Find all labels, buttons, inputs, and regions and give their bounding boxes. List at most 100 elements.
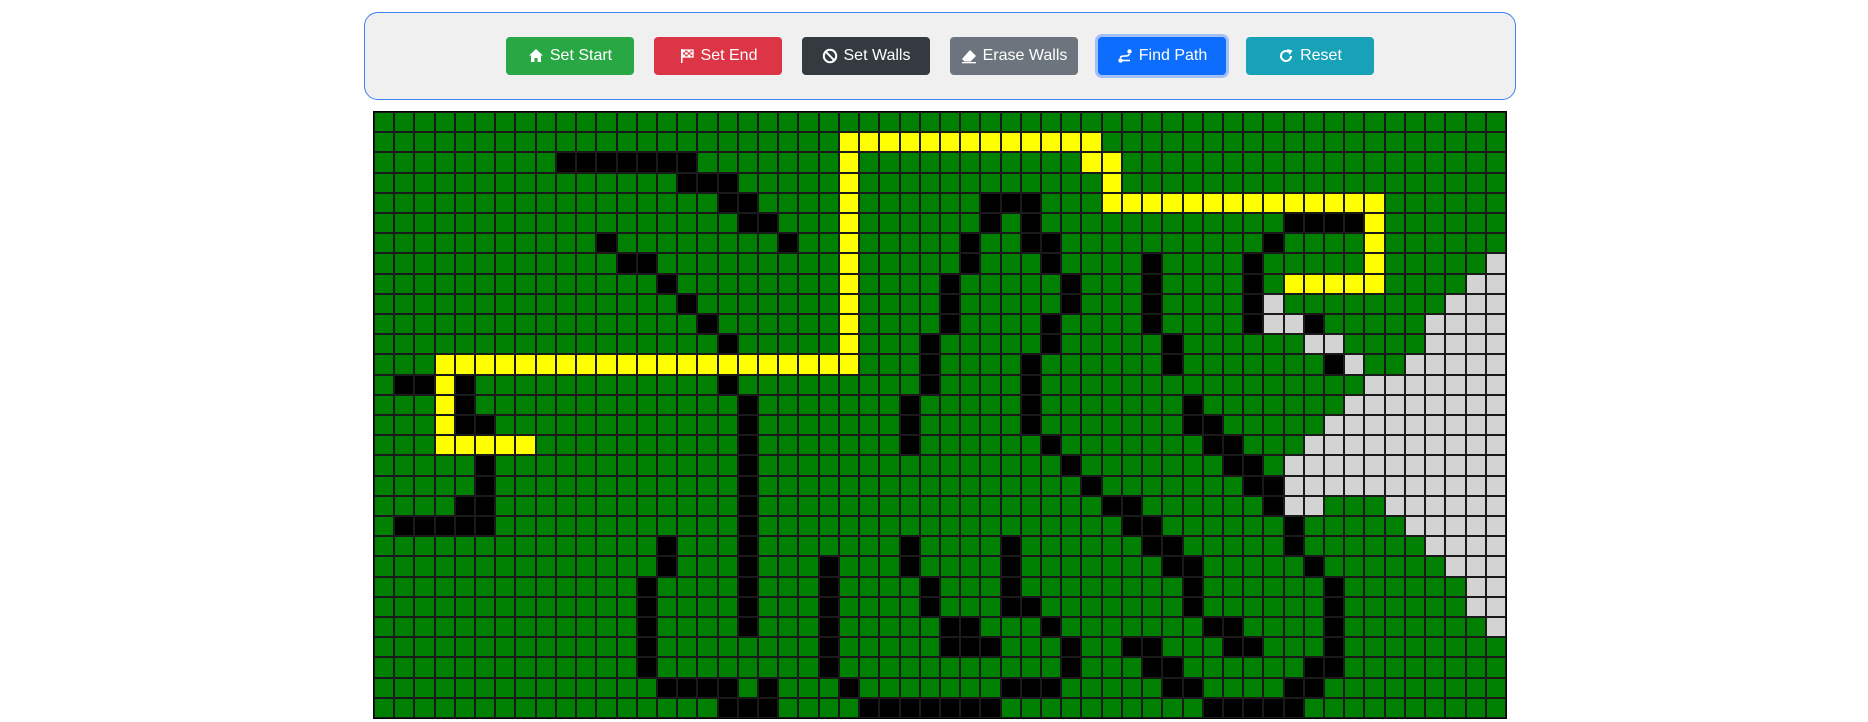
grid-cell[interactable]: [656, 415, 678, 436]
grid-cell[interactable]: [535, 334, 556, 355]
grid-cell[interactable]: [1142, 455, 1163, 476]
grid-cell[interactable]: [555, 536, 577, 557]
grid-cell[interactable]: [899, 374, 920, 395]
grid-cell[interactable]: [1121, 394, 1143, 415]
grid-cell[interactable]: [596, 415, 617, 436]
grid-cell-wall[interactable]: [899, 415, 920, 436]
grid-cell[interactable]: [616, 677, 637, 698]
grid-cell[interactable]: [576, 435, 597, 456]
grid-cell[interactable]: [798, 293, 819, 314]
grid-cell-wall[interactable]: [1182, 576, 1203, 597]
grid-cell-wall[interactable]: [1303, 314, 1325, 335]
grid-cell-wall[interactable]: [737, 556, 759, 577]
grid-cell-visited[interactable]: [1283, 475, 1304, 496]
grid-cell[interactable]: [1344, 657, 1365, 678]
grid-cell[interactable]: [1404, 596, 1426, 617]
grid-cell[interactable]: [616, 516, 637, 537]
grid-cell[interactable]: [919, 172, 940, 193]
grid-cell-wall[interactable]: [1283, 516, 1304, 537]
grid-cell[interactable]: [1202, 677, 1223, 698]
grid-cell-wall[interactable]: [737, 576, 759, 597]
grid-cell-wall[interactable]: [899, 697, 920, 718]
grid-cell[interactable]: [596, 576, 617, 597]
grid-cell[interactable]: [1384, 697, 1405, 718]
grid-cell-wall[interactable]: [1061, 637, 1082, 658]
grid-cell[interactable]: [636, 112, 657, 133]
grid-cell[interactable]: [1000, 374, 1021, 395]
grid-cell[interactable]: [1465, 112, 1486, 133]
grid-cell[interactable]: [859, 596, 880, 617]
grid-cell-wall[interactable]: [919, 374, 940, 395]
grid-cell[interactable]: [818, 697, 839, 718]
grid-cell[interactable]: [515, 132, 536, 153]
grid-cell[interactable]: [394, 334, 415, 355]
grid-cell[interactable]: [778, 556, 799, 577]
grid-cell-wall[interactable]: [838, 677, 860, 698]
grid-cell-wall[interactable]: [475, 455, 496, 476]
grid-cell[interactable]: [879, 293, 900, 314]
grid-cell[interactable]: [798, 334, 819, 355]
grid-cell[interactable]: [939, 213, 961, 234]
grid-cell[interactable]: [1202, 495, 1223, 516]
grid-cell[interactable]: [1101, 293, 1122, 314]
grid-cell-wall[interactable]: [1000, 536, 1021, 557]
grid-cell[interactable]: [596, 334, 617, 355]
grid-cell[interactable]: [1000, 455, 1021, 476]
grid-cell[interactable]: [1303, 233, 1325, 254]
grid-cell[interactable]: [798, 152, 819, 173]
grid-cell-visited[interactable]: [1465, 516, 1486, 537]
grid-cell[interactable]: [576, 273, 597, 294]
grid-cell[interactable]: [737, 293, 759, 314]
grid-cell-wall[interactable]: [1202, 415, 1223, 436]
grid-cell[interactable]: [515, 637, 536, 658]
grid-cell-visited[interactable]: [1445, 475, 1466, 496]
grid-cell[interactable]: [535, 233, 556, 254]
grid-cell[interactable]: [1142, 556, 1163, 577]
grid-cell[interactable]: [1142, 677, 1163, 698]
grid-cell[interactable]: [434, 233, 455, 254]
grid-cell[interactable]: [1445, 576, 1466, 597]
grid-cell[interactable]: [1384, 293, 1405, 314]
grid-cell-wall[interactable]: [1243, 455, 1264, 476]
grid-cell-path[interactable]: [838, 293, 860, 314]
grid-cell-wall[interactable]: [414, 374, 435, 395]
grid-cell-wall[interactable]: [656, 152, 678, 173]
grid-cell[interactable]: [656, 455, 678, 476]
grid-cell[interactable]: [454, 213, 476, 234]
grid-cell-visited[interactable]: [1303, 334, 1325, 355]
grid-cell[interactable]: [576, 192, 597, 213]
grid-cell[interactable]: [758, 536, 779, 557]
grid-cell[interactable]: [1425, 253, 1446, 274]
grid-cell[interactable]: [1404, 677, 1426, 698]
grid-cell[interactable]: [555, 394, 577, 415]
grid-cell[interactable]: [798, 233, 819, 254]
grid-cell[interactable]: [737, 112, 759, 133]
grid-cell[interactable]: [879, 253, 900, 274]
grid-cell[interactable]: [1081, 657, 1102, 678]
grid-cell[interactable]: [939, 475, 961, 496]
grid-cell[interactable]: [1020, 657, 1042, 678]
grid-cell[interactable]: [960, 172, 981, 193]
grid-cell[interactable]: [818, 213, 839, 234]
grid-cell[interactable]: [1243, 596, 1264, 617]
grid-cell[interactable]: [1465, 677, 1486, 698]
grid-cell[interactable]: [1000, 415, 1021, 436]
grid-cell[interactable]: [1425, 596, 1446, 617]
grid-cell[interactable]: [394, 637, 415, 658]
grid-cell[interactable]: [859, 677, 880, 698]
grid-cell[interactable]: [555, 657, 577, 678]
grid-cell[interactable]: [656, 132, 678, 153]
grid-cell[interactable]: [374, 576, 395, 597]
grid-cell[interactable]: [576, 576, 597, 597]
grid-cell[interactable]: [1222, 112, 1244, 133]
grid-cell[interactable]: [697, 192, 718, 213]
grid-cell[interactable]: [616, 213, 637, 234]
grid-cell[interactable]: [576, 536, 597, 557]
grid-cell[interactable]: [939, 374, 961, 395]
grid-cell[interactable]: [555, 233, 577, 254]
grid-cell-visited[interactable]: [1465, 374, 1486, 395]
grid-cell[interactable]: [1445, 152, 1466, 173]
grid-cell[interactable]: [1202, 657, 1223, 678]
grid-cell[interactable]: [1142, 152, 1163, 173]
grid-cell-wall[interactable]: [1041, 233, 1062, 254]
